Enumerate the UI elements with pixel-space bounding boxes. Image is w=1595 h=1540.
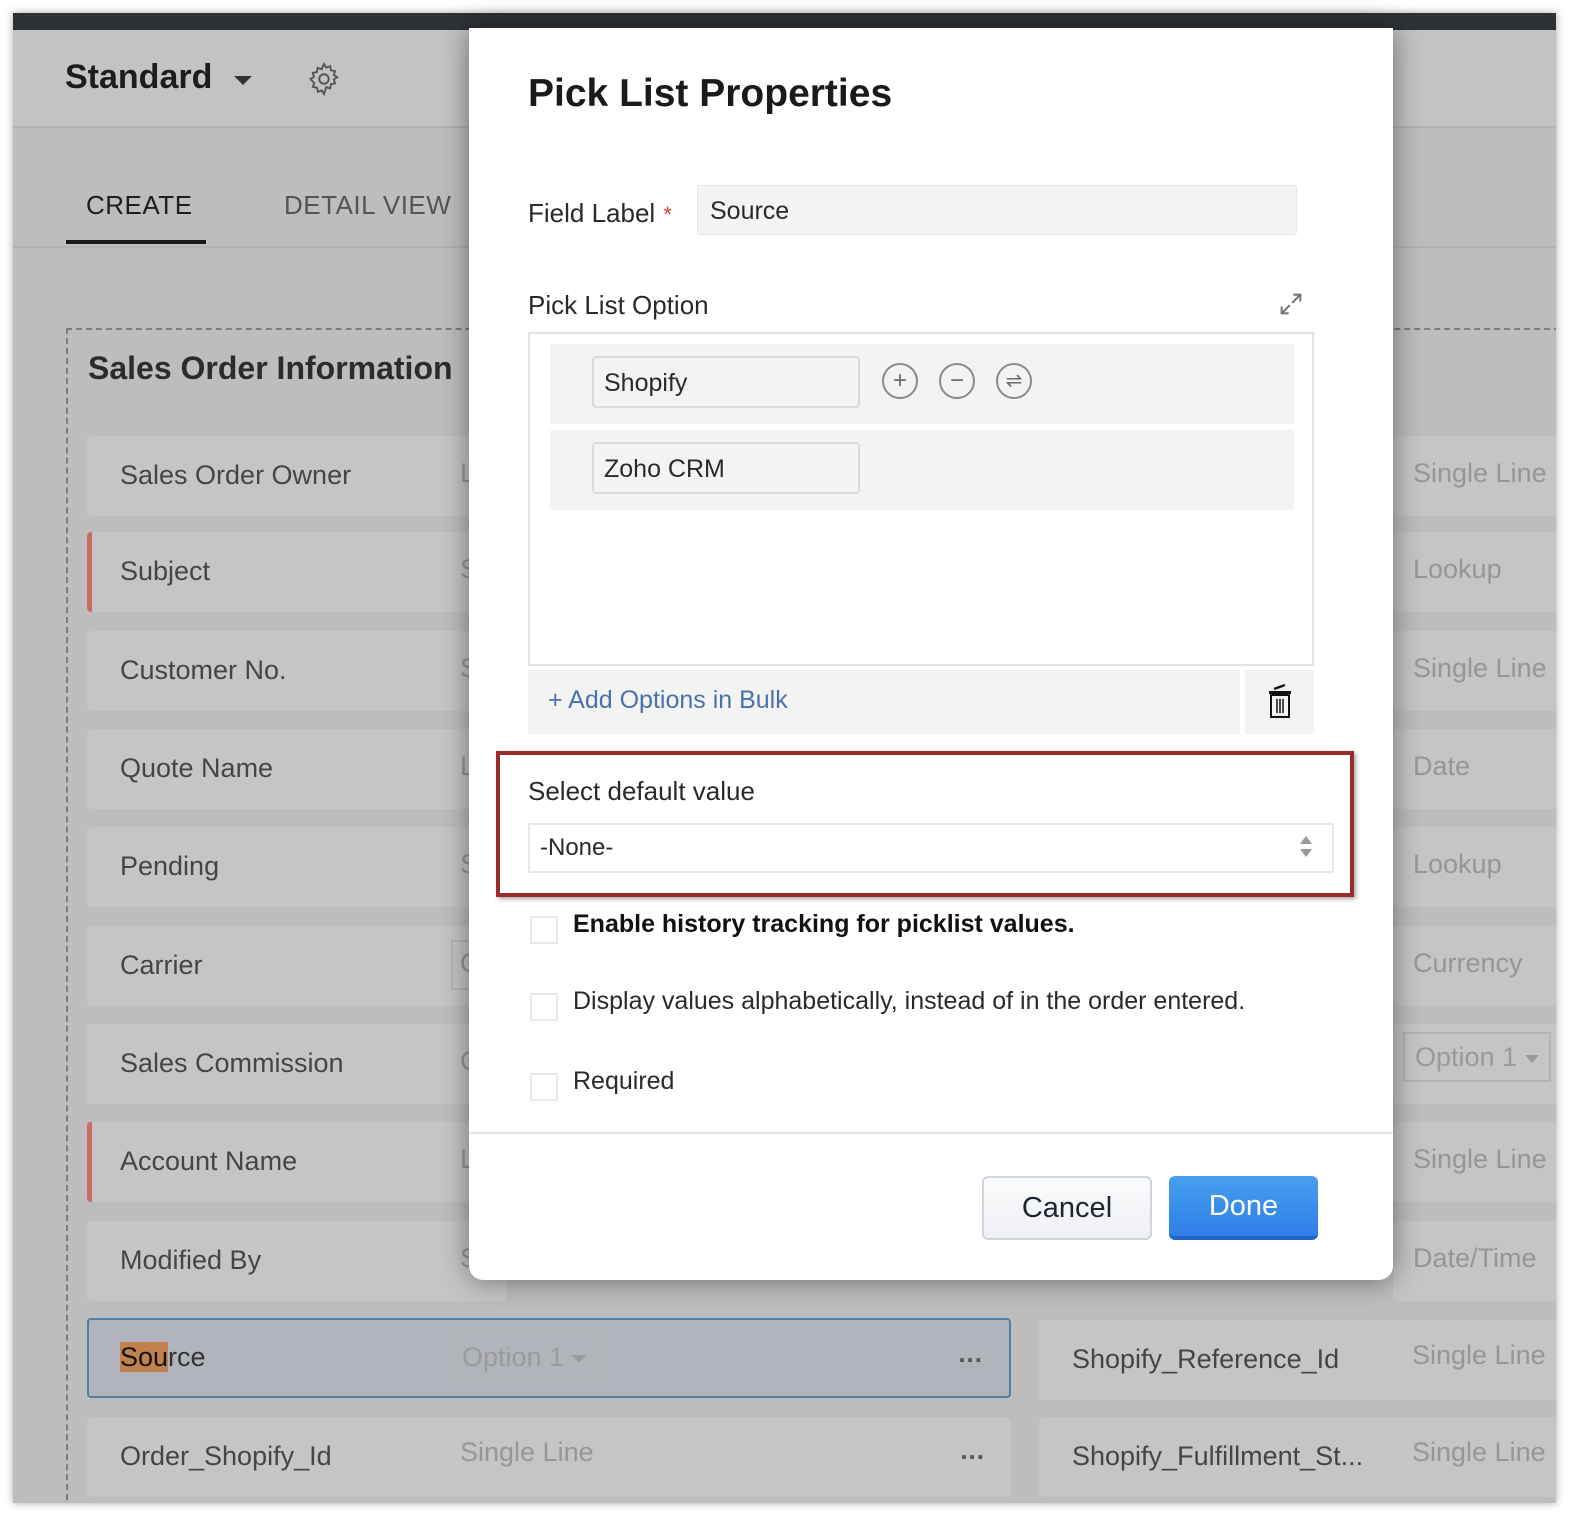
field-row[interactable]: Carrier O (87, 926, 507, 1006)
caret-down-icon[interactable] (234, 76, 252, 85)
field-label: Modified By (120, 1245, 262, 1275)
more-options-button[interactable]: ... (960, 1435, 985, 1466)
footer-divider (469, 1132, 1393, 1134)
field-row[interactable]: Modified By S (87, 1221, 507, 1301)
field-type: Lookup (1413, 554, 1502, 584)
field-row[interactable]: Sales Commission C (87, 1024, 507, 1104)
field-type: Currency (1413, 948, 1523, 978)
active-tab-indicator (66, 240, 206, 244)
caret-down-icon (572, 1354, 587, 1363)
gear-icon[interactable] (305, 60, 343, 98)
picklist-preview-dropdown[interactable]: Option 1 (1403, 1032, 1552, 1082)
field-row[interactable]: Subject S (87, 532, 507, 612)
alphabetical-order-checkbox[interactable] (530, 993, 558, 1021)
required-checkbox[interactable] (530, 1073, 558, 1101)
field-row[interactable]: Shopify_Reference_Id Single Line (1039, 1320, 1556, 1400)
field-row-source-selected[interactable]: Source Option 1 ... (87, 1318, 1011, 1398)
picklist-properties-modal: Pick List Properties Field Label * Source… (469, 28, 1393, 1280)
tab-create[interactable]: CREATE (86, 190, 193, 221)
field-row[interactable]: Currency (1393, 926, 1556, 1006)
field-label-label: Field Label * (528, 198, 672, 228)
field-row[interactable]: Lookup (1393, 532, 1556, 612)
field-label: Shopify_Reference_Id (1072, 1344, 1340, 1374)
field-label: Pending (120, 851, 220, 881)
field-type: Date (1413, 751, 1471, 781)
field-row[interactable]: Single Line (1393, 1122, 1556, 1202)
field-type: Single Line (460, 1437, 594, 1467)
field-label: Source (120, 1342, 206, 1372)
field-row[interactable]: Single Line (1393, 436, 1556, 516)
field-type: Single Line (1412, 1340, 1546, 1370)
field-label: Order_Shopify_Id (120, 1441, 332, 1471)
picklist-option-label: Pick List Option (528, 290, 709, 320)
add-options-in-bulk-link[interactable]: + Add Options in Bulk (548, 686, 788, 715)
more-options-button[interactable]: ... (958, 1338, 983, 1369)
select-arrow-up-icon (1300, 836, 1312, 844)
default-value-label: Select default value (528, 776, 755, 806)
field-label: Customer No. (120, 655, 287, 685)
picklist-option-row: Zoho CRM (550, 430, 1294, 510)
picklist-option-row: Shopify + − ⇌ (550, 344, 1294, 424)
field-label: Sales Commission (120, 1048, 344, 1078)
picklist-options-list: Shopify + − ⇌ Zoho CRM (528, 332, 1314, 666)
field-type: Single Line (1412, 1437, 1546, 1467)
picklist-option-input[interactable]: Zoho CRM (592, 442, 860, 494)
cancel-button[interactable]: Cancel (982, 1176, 1152, 1240)
field-label: Quote Name (120, 753, 274, 783)
field-row[interactable]: Account Name L (87, 1122, 507, 1202)
field-label: Subject (120, 556, 211, 586)
field-row[interactable]: Pending S (87, 827, 507, 907)
default-value-select[interactable]: -None- (528, 823, 1334, 873)
field-row[interactable]: Customer No. S (87, 631, 507, 711)
field-row[interactable]: Shopify_Fulfillment_St... Single Line (1039, 1417, 1556, 1497)
section-title: Sales Order Information (88, 350, 453, 386)
field-row[interactable]: Sales Order Owner L (87, 436, 507, 516)
search-highlight: Sou (120, 1342, 169, 1372)
add-option-icon[interactable]: + (882, 363, 918, 399)
field-label: Account Name (120, 1146, 298, 1176)
done-button[interactable]: Done (1169, 1176, 1318, 1240)
field-row[interactable]: Lookup (1393, 827, 1556, 907)
checkbox-label: Required (573, 1067, 675, 1095)
field-row[interactable]: Single Line (1393, 631, 1556, 711)
field-label: Carrier (120, 950, 203, 980)
trash-icon (1269, 683, 1291, 718)
default-value-highlight: Select default value -None- (496, 751, 1354, 897)
field-label: Shopify_Fulfillment_St... (1072, 1441, 1364, 1471)
field-row[interactable]: Order_Shopify_Id Single Line ... (87, 1417, 1011, 1497)
field-row[interactable]: Date (1393, 729, 1556, 809)
required-marker: * (663, 202, 672, 227)
tab-detail-view[interactable]: DETAIL VIEW (284, 190, 451, 221)
checkbox-label: Enable history tracking for picklist val… (573, 910, 1075, 938)
field-row[interactable]: Option 1 (1393, 1024, 1556, 1104)
caret-down-icon (1525, 1054, 1540, 1063)
picklist-preview-dropdown[interactable]: Option 1 (450, 1332, 599, 1382)
picklist-option-input[interactable]: Shopify (592, 356, 860, 408)
bulk-options-bar: + Add Options in Bulk (528, 670, 1240, 734)
modal-title: Pick List Properties (528, 72, 893, 115)
field-type: Date/Time (1413, 1243, 1537, 1273)
remove-option-icon[interactable]: − (939, 363, 975, 399)
reorder-option-icon[interactable]: ⇌ (996, 363, 1032, 399)
delete-options-button[interactable] (1245, 670, 1314, 734)
layout-name-dropdown[interactable]: Standard (65, 58, 212, 97)
field-row[interactable]: Date/Time (1393, 1221, 1556, 1301)
field-type: Single Line (1413, 458, 1547, 488)
history-tracking-checkbox[interactable] (530, 916, 558, 944)
field-label: Sales Order Owner (120, 460, 352, 490)
field-row[interactable]: Quote Name L (87, 729, 507, 809)
checkbox-label: Display values alphabetically, instead o… (573, 987, 1246, 1015)
field-type: Single Line (1413, 1144, 1547, 1174)
select-arrow-down-icon (1300, 849, 1312, 857)
field-type: Single Line (1413, 653, 1547, 683)
field-label-input[interactable]: Source (697, 185, 1297, 235)
expand-icon[interactable] (1277, 290, 1305, 318)
field-type: Lookup (1413, 849, 1502, 879)
